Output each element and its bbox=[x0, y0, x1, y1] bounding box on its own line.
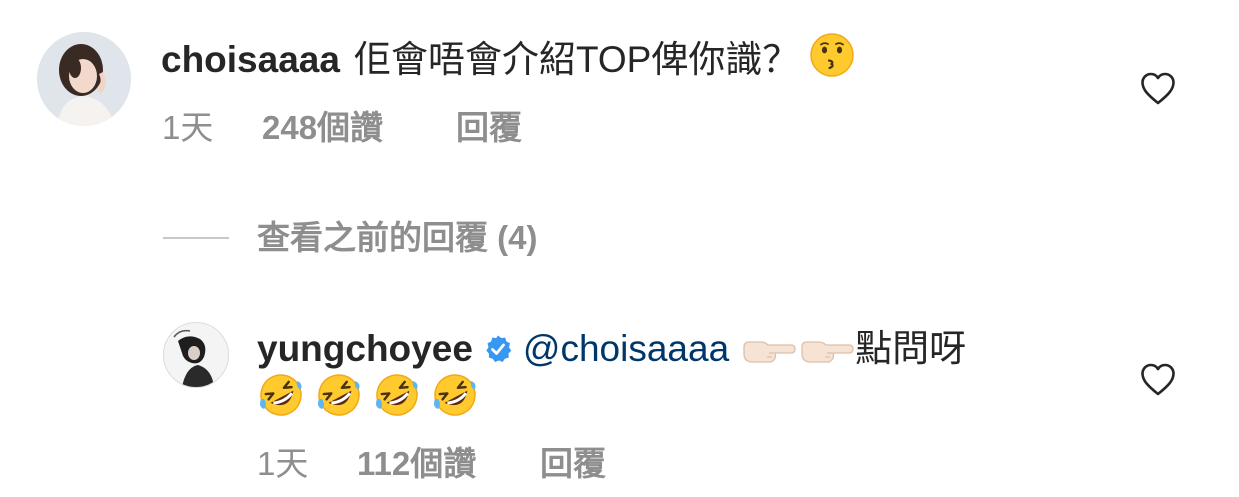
like-count[interactable]: 112個讚 bbox=[357, 444, 540, 484]
comment-meta: 1天 112個讚 回覆 bbox=[257, 444, 606, 484]
heart-icon[interactable] bbox=[1140, 72, 1176, 106]
username-link[interactable]: yungchoyee bbox=[257, 328, 473, 369]
avatar[interactable] bbox=[37, 32, 131, 126]
comment-emoji-line bbox=[257, 371, 479, 433]
heart-icon[interactable] bbox=[1140, 363, 1176, 397]
mention-link[interactable]: @choisaaaa bbox=[523, 328, 729, 369]
replies-divider bbox=[163, 237, 229, 239]
kissing-face-emoji-icon bbox=[809, 32, 855, 92]
reply-button[interactable]: 回覆 bbox=[456, 108, 522, 148]
comment-body: 佢會唔會介紹TOP俾你識？ bbox=[353, 39, 800, 80]
comment-text: choisaaaa 佢會唔會介紹TOP俾你識？ bbox=[161, 32, 855, 92]
rolling-on-the-floor-laughing-icon bbox=[257, 371, 305, 433]
reply-button[interactable]: 回覆 bbox=[540, 444, 606, 484]
rolling-on-the-floor-laughing-icon bbox=[373, 371, 421, 433]
username-link[interactable]: choisaaaa bbox=[161, 39, 340, 80]
pointing-right-icon bbox=[799, 329, 855, 381]
like-count[interactable]: 248個讚 bbox=[262, 108, 456, 148]
avatar[interactable] bbox=[163, 322, 229, 388]
comment-time[interactable]: 1天 bbox=[162, 108, 262, 148]
comment-time[interactable]: 1天 bbox=[257, 444, 357, 484]
pointing-right-icon bbox=[741, 329, 797, 381]
view-previous-replies-button[interactable]: 查看之前的回覆 (4) bbox=[257, 216, 538, 260]
rolling-on-the-floor-laughing-icon bbox=[315, 371, 363, 433]
comment-body: 點問呀 bbox=[855, 328, 967, 369]
rolling-on-the-floor-laughing-icon bbox=[431, 371, 479, 433]
verified-badge-icon bbox=[483, 326, 513, 362]
comment-meta: 1天 248個讚 回覆 bbox=[162, 108, 522, 148]
